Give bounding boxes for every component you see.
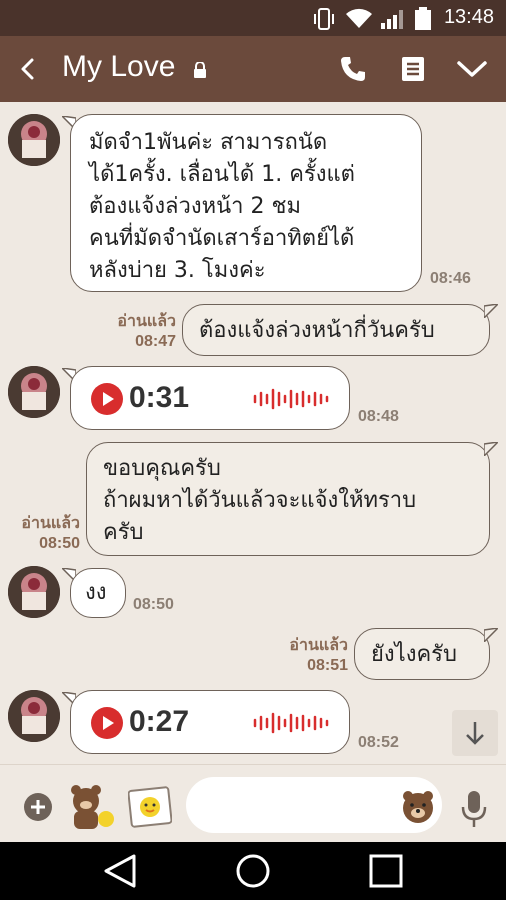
battery-icon xyxy=(415,7,431,30)
message-bubble[interactable]: ขอบคุณครับ ถ้าผมหาได้วันแล้วจะแจ้งให้ทรา… xyxy=(86,442,490,556)
sticker-icon[interactable] xyxy=(66,783,118,831)
play-icon[interactable] xyxy=(91,707,123,739)
notes-icon[interactable] xyxy=(399,54,427,84)
message-text: มัดจำ1พันค่ะ สามารถนัด ได้1ครั้ง. เลื่อน… xyxy=(89,130,355,283)
read-receipt: อ่านแล้ว 08:51 xyxy=(289,637,348,674)
message-bubble[interactable]: มัดจำ1พันค่ะ สามารถนัด ได้1ครั้ง. เลื่อน… xyxy=(70,114,422,292)
nav-back-icon[interactable] xyxy=(102,852,138,890)
bubble-tail xyxy=(484,304,498,318)
call-icon[interactable] xyxy=(338,54,368,84)
play-icon[interactable] xyxy=(91,383,123,415)
read-receipt: อ่านแล้ว 08:50 xyxy=(21,515,80,552)
plus-icon[interactable] xyxy=(24,793,52,821)
bubble-tail xyxy=(484,442,498,456)
photo-icon[interactable] xyxy=(128,785,172,829)
waveform-icon xyxy=(253,388,329,410)
status-bar: 13:48 xyxy=(0,0,506,36)
navigation-bar xyxy=(0,842,506,900)
avatar[interactable] xyxy=(8,566,60,618)
message-text: ต้องแจ้งล่วงหน้ากี่วันครับ xyxy=(199,318,435,343)
message-time: 08:50 xyxy=(133,596,174,613)
voice-message[interactable]: 0:27 xyxy=(70,690,350,754)
scroll-down-button[interactable] xyxy=(452,710,498,756)
message-time: 08:52 xyxy=(358,734,399,751)
mic-icon[interactable] xyxy=(460,789,488,829)
voice-duration: 0:27 xyxy=(129,705,190,738)
lock-icon xyxy=(194,62,206,78)
back-icon[interactable] xyxy=(14,54,44,84)
chat-header: My Love xyxy=(0,36,506,102)
message-text: ขอบคุณครับ ถ้าผมหาได้วันแล้วจะแจ้งให้ทรา… xyxy=(103,456,417,545)
chat-area[interactable]: มัดจำ1พันค่ะ สามารถนัด ได้1ครั้ง. เลื่อน… xyxy=(0,102,506,764)
message-time: 08:46 xyxy=(430,270,471,287)
message-bubble[interactable]: งง xyxy=(70,568,126,618)
voice-message[interactable]: 0:31 xyxy=(70,366,350,430)
signal-icon xyxy=(381,10,403,29)
voice-duration: 0:31 xyxy=(129,381,190,414)
avatar[interactable] xyxy=(8,114,60,166)
vibrate-icon xyxy=(314,8,334,30)
message-bubble[interactable]: ยังไงครับ xyxy=(354,628,490,680)
message-text: งง xyxy=(85,580,107,605)
arrow-down-icon xyxy=(466,722,484,745)
chat-title: My Love xyxy=(62,50,176,83)
bubble-tail xyxy=(484,628,498,642)
wifi-icon xyxy=(346,8,372,28)
avatar[interactable] xyxy=(8,690,60,742)
nav-home-icon[interactable] xyxy=(234,852,272,890)
status-time: 13:48 xyxy=(443,6,494,28)
message-text: ยังไงครับ xyxy=(371,642,457,667)
waveform-icon xyxy=(253,712,329,734)
message-time: 08:48 xyxy=(358,408,399,425)
emoji-icon[interactable] xyxy=(400,789,436,825)
nav-recent-icon[interactable] xyxy=(368,852,404,890)
message-input-bar xyxy=(0,764,506,842)
message-bubble[interactable]: ต้องแจ้งล่วงหน้ากี่วันครับ xyxy=(182,304,490,356)
chevron-down-icon[interactable] xyxy=(456,56,488,82)
read-receipt: อ่านแล้ว 08:47 xyxy=(117,313,176,350)
avatar[interactable] xyxy=(8,366,60,418)
